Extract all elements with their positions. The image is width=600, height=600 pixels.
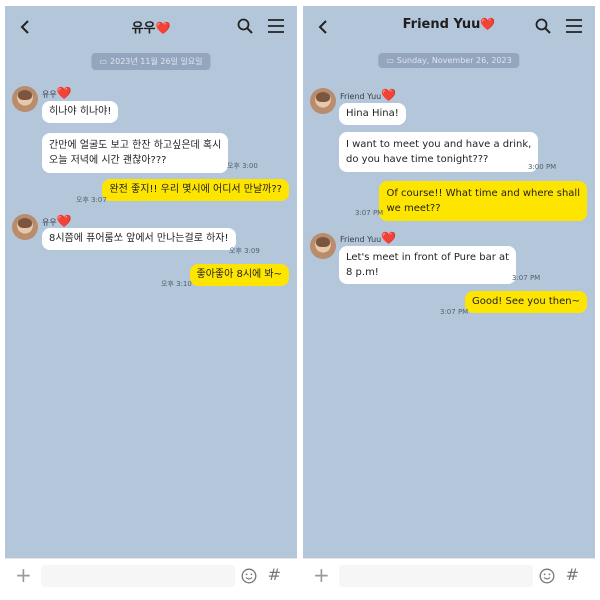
sender-name: 유우❤️ xyxy=(42,86,72,100)
plus-icon[interactable]: + xyxy=(313,565,330,585)
message-time: 3:07 PM xyxy=(512,274,541,282)
message-time: 오후 3:07 xyxy=(76,196,107,204)
chevron-left-icon[interactable] xyxy=(315,18,333,36)
chat-screen-english: Friend Yuu❤️ ▭ Sunday, November 26, 2023 … xyxy=(303,6,595,594)
calendar-icon: ▭ xyxy=(99,57,108,66)
date-divider: ▭ 2023년 11월 26일 일요일 xyxy=(91,53,211,70)
smile-icon[interactable] xyxy=(539,568,555,584)
message-time: 오후 3:09 xyxy=(229,247,260,255)
message-time: 오후 3:00 xyxy=(227,162,258,170)
date-text: Sunday, November 26, 2023 xyxy=(396,56,512,65)
message-input-bar: + # xyxy=(5,558,297,594)
avatar[interactable] xyxy=(12,214,38,240)
message-time: 오후 3:10 xyxy=(161,280,192,288)
chat-header: Friend Yuu❤️ xyxy=(303,6,595,48)
message-bubble[interactable]: 간만에 얼굴도 보고 한잔 하고싶은데 혹시 오늘 저녁에 시간 괜찮아??? xyxy=(42,133,229,173)
my-message-bubble[interactable]: 좋아좋아 8시에 봐~ xyxy=(189,264,289,286)
my-message-bubble[interactable]: Of course!! What time and where shall we… xyxy=(379,181,587,221)
message-bubble[interactable]: 8시쯤에 퓨어룸쏘 앞에서 만나는걸로 하자! xyxy=(42,228,236,250)
menu-icon[interactable] xyxy=(267,18,285,34)
avatar[interactable] xyxy=(12,86,38,112)
message-input-bar: + # xyxy=(303,558,595,594)
message-line: I want to meet you and have a drink, xyxy=(346,139,532,150)
sender-name: 유우❤️ xyxy=(42,214,72,228)
message-line: 8 p.m! xyxy=(346,267,379,278)
calendar-icon: ▭ xyxy=(386,56,394,65)
chat-title-text: Friend Yuu xyxy=(402,17,481,32)
message-line: we meet?? xyxy=(386,203,441,214)
plus-icon[interactable]: + xyxy=(15,565,32,585)
menu-icon[interactable] xyxy=(565,18,583,34)
my-message-bubble[interactable]: Good! See you then~ xyxy=(464,291,587,313)
message-time: 3:07 PM xyxy=(440,308,469,316)
chat-title: Friend Yuu❤️ xyxy=(363,17,535,32)
chat-title: 유우❤️ xyxy=(65,17,237,36)
search-icon[interactable] xyxy=(535,18,551,34)
message-line: 간만에 얼굴도 보고 한잔 하고싶은데 혹시 xyxy=(49,140,222,151)
message-line: Let's meet in front of Pure bar at xyxy=(346,252,510,263)
message-line: 오늘 저녁에 시간 괜찮아??? xyxy=(49,155,167,166)
search-icon[interactable] xyxy=(237,18,253,34)
smile-icon[interactable] xyxy=(241,568,257,584)
message-time: 3:07 PM xyxy=(355,209,384,217)
chat-header: 유우❤️ xyxy=(5,6,297,48)
my-message-bubble[interactable]: 완전 좋지!! 우리 몇시에 어디서 만날까?? xyxy=(102,179,289,201)
message-input[interactable] xyxy=(41,565,235,587)
date-divider: ▭ Sunday, November 26, 2023 xyxy=(378,53,520,68)
message-bubble[interactable]: Hina Hina! xyxy=(339,103,406,125)
chat-screen-korean: 유우❤️ ▭ 2023년 11월 26일 일요일 유우❤️ 히나야 히나야! 간만… xyxy=(5,6,297,594)
avatar[interactable] xyxy=(310,88,336,114)
chevron-left-icon[interactable] xyxy=(17,18,35,36)
message-input[interactable] xyxy=(339,565,533,587)
message-bubble[interactable]: Let's meet in front of Pure bar at 8 p.m… xyxy=(339,246,517,284)
message-bubble[interactable]: I want to meet you and have a drink, do … xyxy=(339,132,539,172)
message-bubble[interactable]: 히나야 히나야! xyxy=(42,101,119,123)
avatar[interactable] xyxy=(310,233,336,259)
date-text: 2023년 11월 26일 일요일 xyxy=(110,57,203,66)
message-line: do you have time tonight??? xyxy=(346,154,489,165)
heart-icon: ❤️ xyxy=(155,21,171,35)
hash-icon[interactable]: # xyxy=(566,565,579,585)
message-time: 3:00 PM xyxy=(528,163,557,171)
hash-icon[interactable]: # xyxy=(268,565,281,585)
heart-icon: ❤️ xyxy=(480,17,496,31)
message-line: Of course!! What time and where shall xyxy=(386,188,580,199)
sender-name: Friend Yuu❤️ xyxy=(340,231,397,245)
chat-title-text: 유우 xyxy=(131,21,156,36)
sender-name: Friend Yuu❤️ xyxy=(340,88,397,102)
